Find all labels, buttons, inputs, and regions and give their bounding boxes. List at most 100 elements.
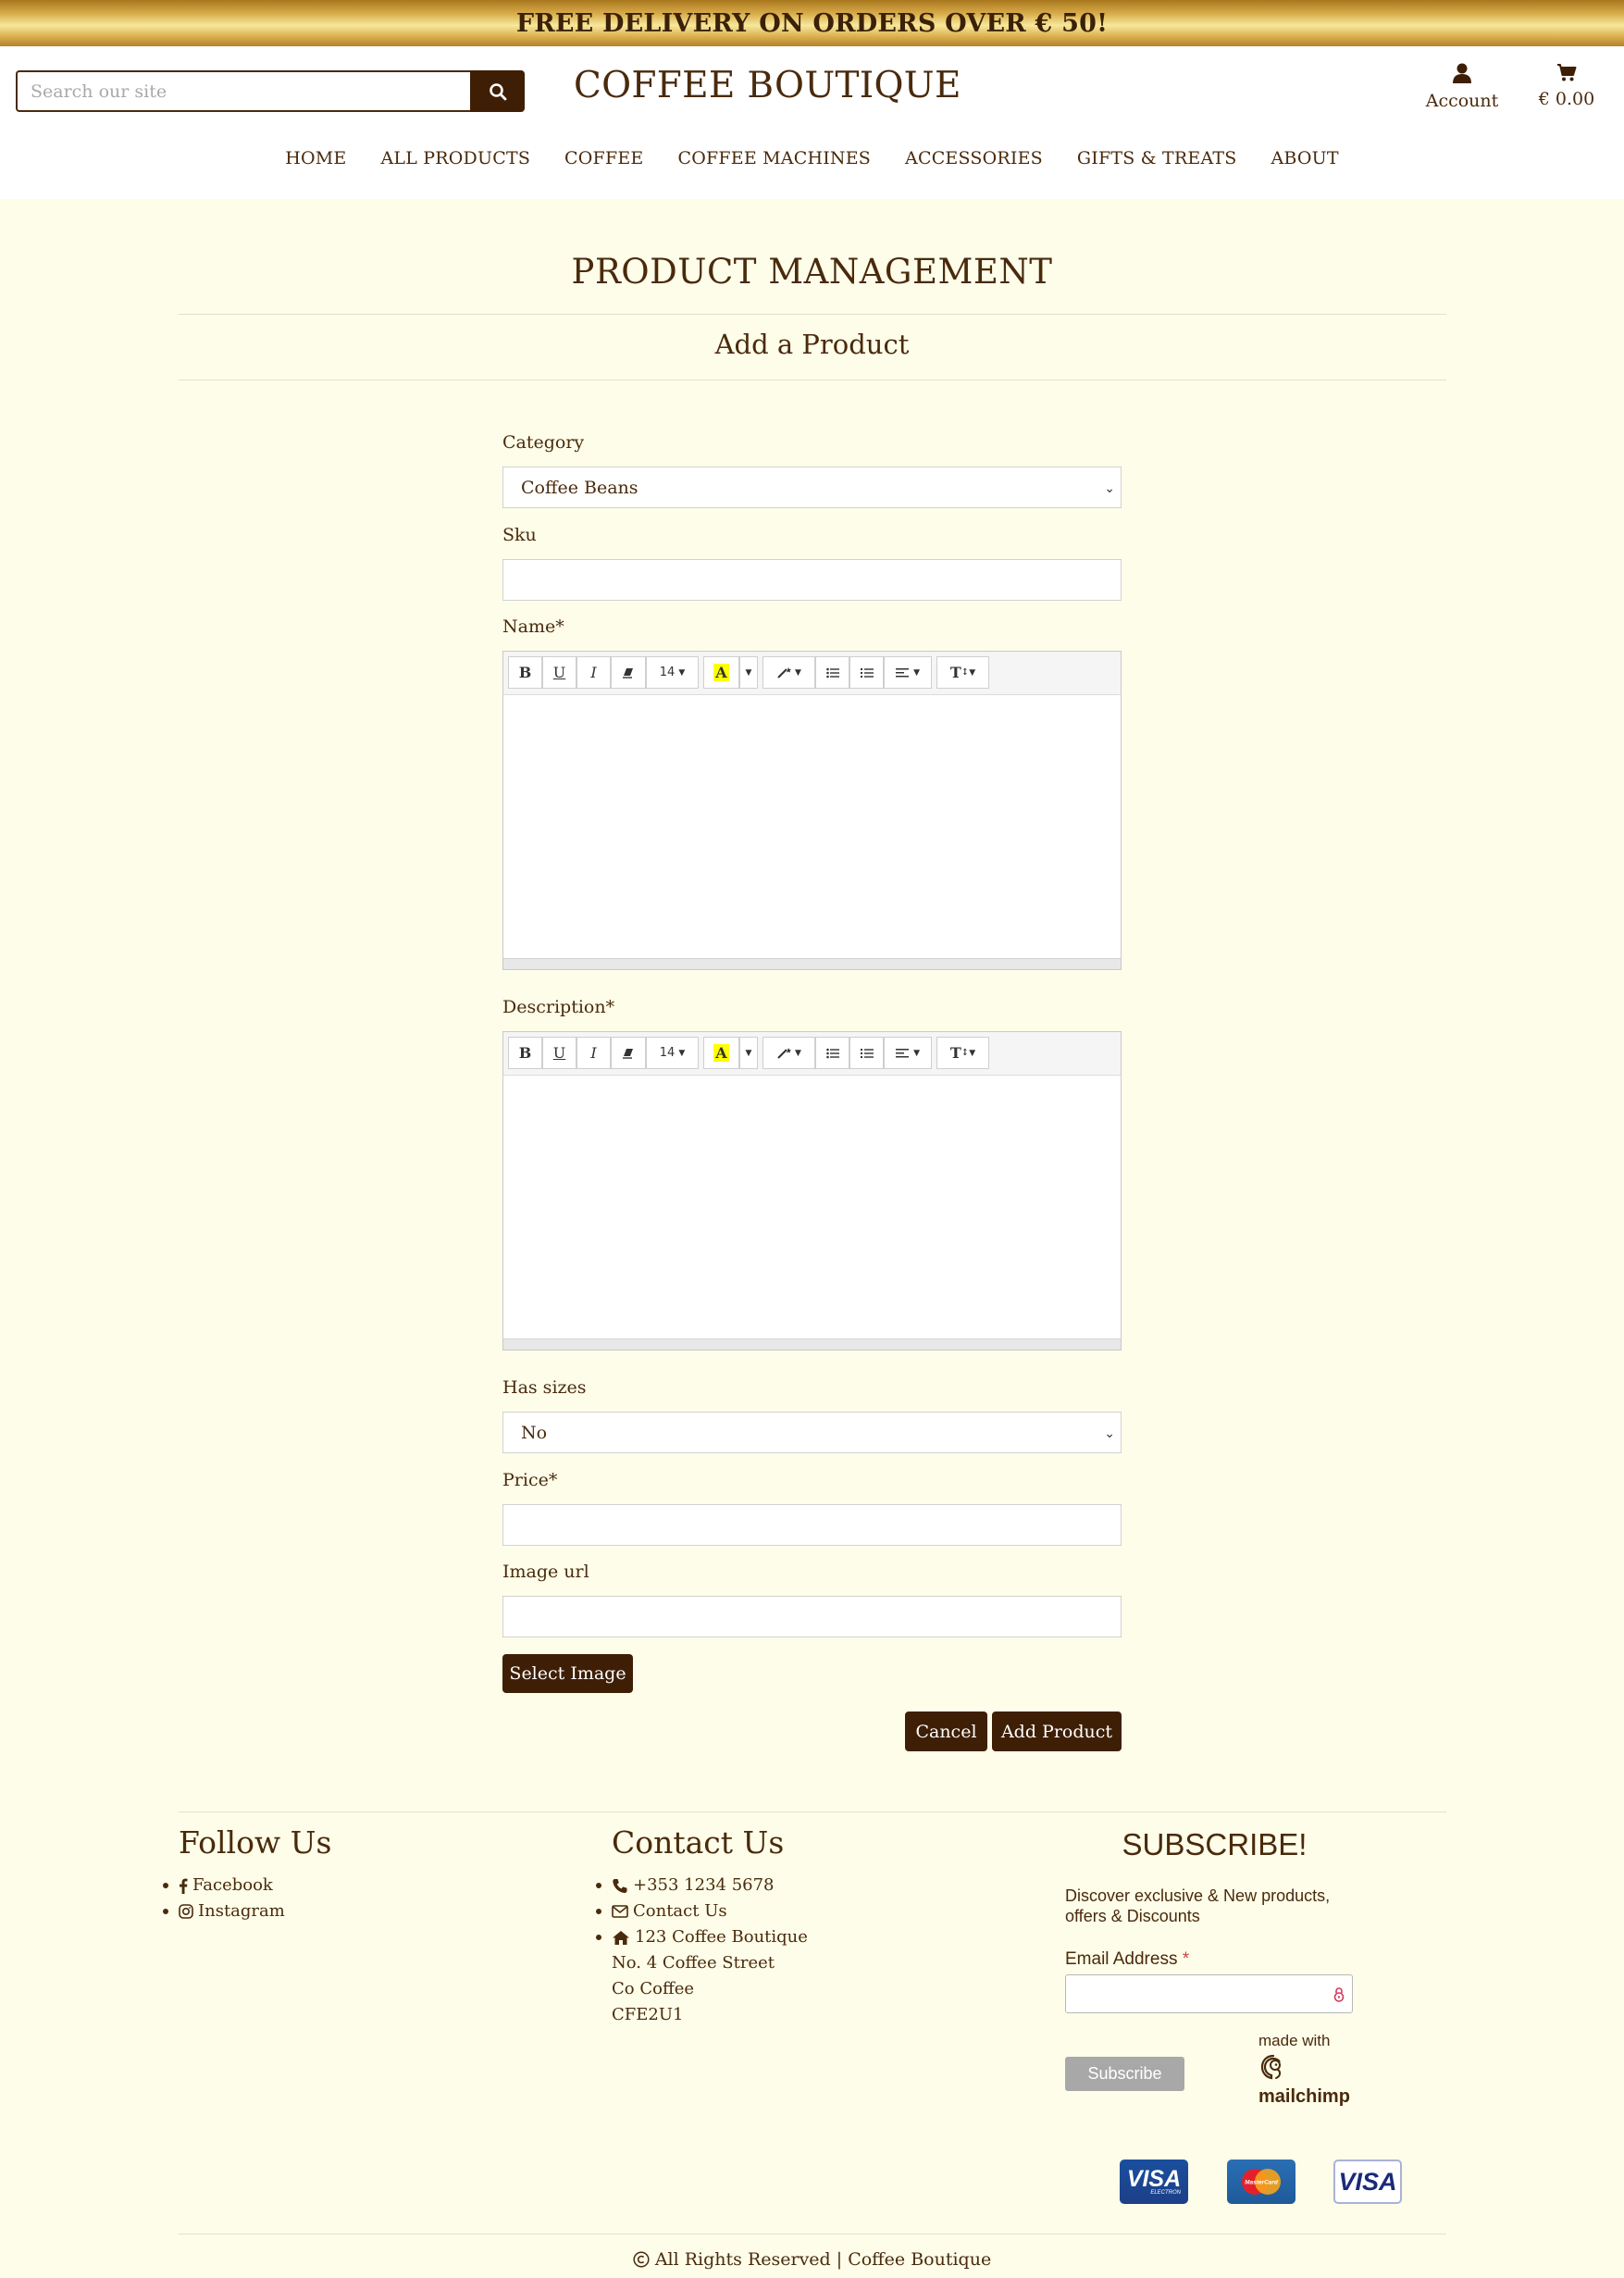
text-color-icon[interactable]: A xyxy=(703,656,739,689)
font-size-value: 14 xyxy=(659,666,676,679)
phone-item[interactable]: +353 1234 5678 xyxy=(596,1873,808,1898)
search-button[interactable] xyxy=(470,70,525,112)
select-image-button[interactable]: Select Image xyxy=(502,1654,633,1693)
instagram-link[interactable]: Instagram xyxy=(163,1898,285,1924)
nav-coffee[interactable]: COFFEE xyxy=(564,148,643,168)
cancel-button[interactable]: Cancel xyxy=(905,1712,987,1751)
address-item: 123 Coffee Boutique xyxy=(596,1924,808,1950)
chevron-down-icon: ⌄ xyxy=(1104,481,1115,496)
follow-title: Follow Us xyxy=(179,1824,332,1861)
promo-text: FREE DELIVERY ON ORDERS OVER € 50! xyxy=(515,8,1109,38)
italic-icon[interactable]: I xyxy=(576,656,611,689)
sku-label: Sku xyxy=(502,525,537,545)
nav-coffee-machines[interactable]: COFFEE MACHINES xyxy=(677,148,871,168)
nav-accessories[interactable]: ACCESSORIES xyxy=(905,148,1043,168)
subscribe-button[interactable]: Subscribe xyxy=(1065,2057,1184,2091)
account-label: Account xyxy=(1425,91,1499,111)
text-height-icon[interactable]: T ↕ ▼ xyxy=(936,656,989,689)
cart-icon xyxy=(1557,64,1577,81)
sku-input[interactable] xyxy=(502,559,1122,601)
address-line: CFE2U1 xyxy=(612,2005,684,2024)
nav-all-products[interactable]: ALL PRODUCTS xyxy=(381,148,531,168)
visa-card: VISA xyxy=(1333,2160,1402,2204)
unordered-list-icon[interactable] xyxy=(815,1037,849,1069)
underline-icon[interactable]: U xyxy=(542,1037,576,1069)
bold-icon[interactable]: B xyxy=(508,656,542,689)
text-color-icon[interactable]: A xyxy=(703,1037,739,1069)
name-editor-area[interactable] xyxy=(503,695,1121,958)
align-icon[interactable]: ▼ xyxy=(884,1037,932,1069)
mailchimp-made-with: made with xyxy=(1258,2032,1331,2049)
account-link[interactable]: Account xyxy=(1423,63,1501,111)
image-url-label: Image url xyxy=(502,1562,589,1582)
mailchimp-logo-icon[interactable] xyxy=(1258,2053,1288,2083)
editor-resize-bar[interactable] xyxy=(503,958,1121,969)
magic-icon[interactable]: ▼ xyxy=(762,1037,815,1069)
subscribe-title: SUBSCRIBE! xyxy=(1122,1827,1308,1861)
main-nav: HOME ALL PRODUCTS COFFEE COFFEE MACHINES… xyxy=(0,148,1624,168)
font-size-dropdown[interactable]: 14 ▼ xyxy=(646,1037,699,1069)
user-icon xyxy=(1453,63,1471,83)
chevron-down-icon: ⌄ xyxy=(1104,1426,1115,1441)
bold-icon[interactable]: B xyxy=(508,1037,542,1069)
lock-icon xyxy=(1333,1987,1345,2002)
copyright-icon xyxy=(633,2251,650,2268)
facebook-link[interactable]: Facebook xyxy=(163,1873,285,1898)
has-sizes-value: No xyxy=(521,1422,548,1443)
nav-gifts-treats[interactable]: GIFTS & TREATS xyxy=(1077,148,1237,168)
cart-total: € 0.00 xyxy=(1538,89,1595,109)
contact-list: +353 1234 5678 Contact Us 123 Coffee Bou… xyxy=(596,1873,808,2028)
home-icon xyxy=(613,1930,629,1945)
price-label: Price* xyxy=(502,1470,558,1490)
footer-divider xyxy=(179,1811,1446,1812)
search-input[interactable] xyxy=(16,70,470,112)
color-dropdown-icon[interactable]: ▼ xyxy=(739,1037,758,1069)
email-input[interactable] xyxy=(1065,1974,1353,2013)
email-label: Email Address * xyxy=(1065,1949,1190,1969)
address-line: No. 4 Coffee Street xyxy=(612,1953,775,1973)
site-logo[interactable]: COFFEE BOUTIQUE xyxy=(574,65,961,106)
category-select[interactable]: Coffee Beans ⌄ xyxy=(502,467,1122,508)
price-input[interactable] xyxy=(502,1504,1122,1546)
description-editor-area[interactable] xyxy=(503,1076,1121,1338)
font-size-dropdown[interactable]: 14 ▼ xyxy=(646,656,699,689)
category-label: Category xyxy=(502,432,585,453)
add-product-button[interactable]: Add Product xyxy=(992,1712,1122,1751)
eraser-icon[interactable] xyxy=(611,656,646,689)
section-title: Add a Product xyxy=(714,329,910,360)
search-form xyxy=(16,70,525,112)
has-sizes-select[interactable]: No ⌄ xyxy=(502,1412,1122,1453)
name-editor: B U I 14 ▼ A ▼ ▼ ▼ T ↕ ▼ xyxy=(502,651,1122,970)
visa-electron-card: VISA ELECTRON xyxy=(1120,2160,1188,2204)
align-icon[interactable]: ▼ xyxy=(884,656,932,689)
svg-text:MasterCard: MasterCard xyxy=(1245,2180,1279,2186)
envelope-icon xyxy=(612,1905,628,1918)
magic-icon[interactable]: ▼ xyxy=(762,656,815,689)
color-dropdown-icon[interactable]: ▼ xyxy=(739,656,758,689)
ordered-list-icon[interactable] xyxy=(849,656,884,689)
contact-title: Contact Us xyxy=(612,1824,785,1861)
contact-link[interactable]: Contact Us xyxy=(596,1898,808,1924)
image-url-input[interactable] xyxy=(502,1596,1122,1637)
nav-home[interactable]: HOME xyxy=(285,148,346,168)
mastercard-icon: MasterCard xyxy=(1242,2169,1281,2195)
phone-icon xyxy=(613,1878,627,1893)
cart-link[interactable]: € 0.00 xyxy=(1536,63,1597,109)
italic-icon[interactable]: I xyxy=(576,1037,611,1069)
mailchimp-label[interactable]: mailchimp xyxy=(1258,2086,1350,2108)
ordered-list-icon[interactable] xyxy=(849,1037,884,1069)
editor-resize-bar[interactable] xyxy=(503,1338,1121,1350)
unordered-list-icon[interactable] xyxy=(815,656,849,689)
site-header: COFFEE BOUTIQUE Account € 0.00 HOME ALL … xyxy=(0,46,1624,199)
nav-about[interactable]: ABOUT xyxy=(1271,148,1338,168)
text-height-icon[interactable]: T ↕ ▼ xyxy=(936,1037,989,1069)
search-icon xyxy=(489,82,506,100)
eraser-icon[interactable] xyxy=(611,1037,646,1069)
mastercard-card: MasterCard xyxy=(1227,2160,1295,2204)
underline-icon[interactable]: U xyxy=(542,656,576,689)
editor-toolbar: B U I 14 ▼ A ▼ ▼ ▼ T ↕ ▼ xyxy=(503,1032,1121,1076)
has-sizes-label: Has sizes xyxy=(502,1377,587,1398)
editor-toolbar: B U I 14 ▼ A ▼ ▼ ▼ T ↕ ▼ xyxy=(503,652,1121,695)
subscribe-text: Discover exclusive & New products, offer… xyxy=(1065,1886,1331,1925)
name-label: Name* xyxy=(502,616,564,637)
